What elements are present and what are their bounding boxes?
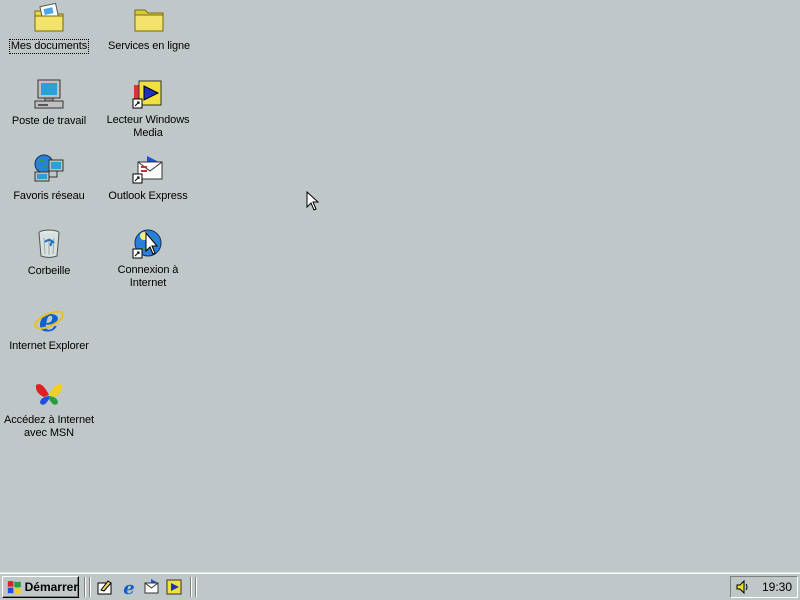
my-computer-icon (34, 79, 64, 109)
windows-media-player-icon[interactable] (165, 578, 183, 596)
desktop-icon-label: Connexion à Internet (117, 264, 179, 289)
desktop-icon-my-documents[interactable]: Mes documents (0, 2, 99, 54)
start-button[interactable]: Démarrer (2, 576, 79, 598)
internet-explorer-icon: e (34, 302, 64, 336)
outlook-express-icon (132, 156, 163, 184)
taskbar-separator (84, 577, 86, 597)
network-places-icon (34, 154, 64, 182)
start-button-label: Démarrer (24, 580, 78, 594)
outlook-express-icon[interactable] (142, 578, 160, 596)
desktop-icon-label: Corbeille (27, 265, 71, 277)
taskbar-separator (190, 577, 192, 597)
desktop-icon-msn[interactable]: Accédez à Internet avec MSN (0, 377, 99, 441)
taskbar: Démarrer e 19:30 (0, 572, 800, 600)
folder-icon (134, 9, 164, 32)
desktop-icon-label: Services en ligne (107, 40, 191, 52)
taskbar-separator (195, 577, 197, 597)
my-documents-folder-icon (34, 2, 64, 32)
desktop-icon-connect-internet[interactable]: Connexion à Internet (98, 227, 198, 291)
system-tray: 19:30 (730, 576, 798, 598)
svg-text:e: e (39, 302, 59, 336)
desktop-icon-label: Poste de travail (11, 115, 87, 127)
desktop-icon-network-places[interactable]: Favoris réseau (0, 152, 99, 204)
svg-text:e: e (123, 578, 134, 596)
desktop-icon-online-services[interactable]: Services en ligne (99, 2, 199, 54)
desktop-icon-outlook-express[interactable]: Outlook Express (98, 152, 198, 204)
recycle-bin-icon (38, 229, 60, 258)
windows-logo-icon (7, 580, 21, 594)
show-desktop-icon[interactable] (96, 578, 114, 596)
msn-butterfly-icon (35, 384, 63, 405)
desktop-icon-recycle-bin[interactable]: Corbeille (0, 227, 99, 279)
desktop-icon-label: Accédez à Internet avec MSN (4, 414, 94, 439)
desktop-icon-label: Mes documents (8, 39, 90, 54)
taskbar-separator (89, 577, 91, 597)
mouse-cursor-icon (306, 191, 319, 211)
desktop-icon-internet-explorer[interactable]: e Internet Explorer (0, 302, 99, 354)
desktop: Mes documents Services en ligne Poste de… (0, 0, 800, 572)
desktop-icon-label: Internet Explorer (9, 340, 89, 352)
windows-media-player-icon (132, 80, 162, 109)
desktop-icon-label: Outlook Express (108, 190, 188, 202)
desktop-icon-windows-media-player[interactable]: Lecteur Windows Media (98, 77, 198, 141)
volume-icon[interactable] (735, 579, 751, 595)
clock[interactable]: 19:30 (762, 580, 792, 594)
desktop-icon-my-computer[interactable]: Poste de travail (0, 77, 99, 129)
internet-explorer-icon[interactable]: e (120, 578, 138, 596)
connect-internet-icon (132, 229, 162, 259)
desktop-icon-label: Lecteur Windows Media (106, 114, 190, 139)
desktop-icon-label: Favoris réseau (13, 190, 85, 202)
